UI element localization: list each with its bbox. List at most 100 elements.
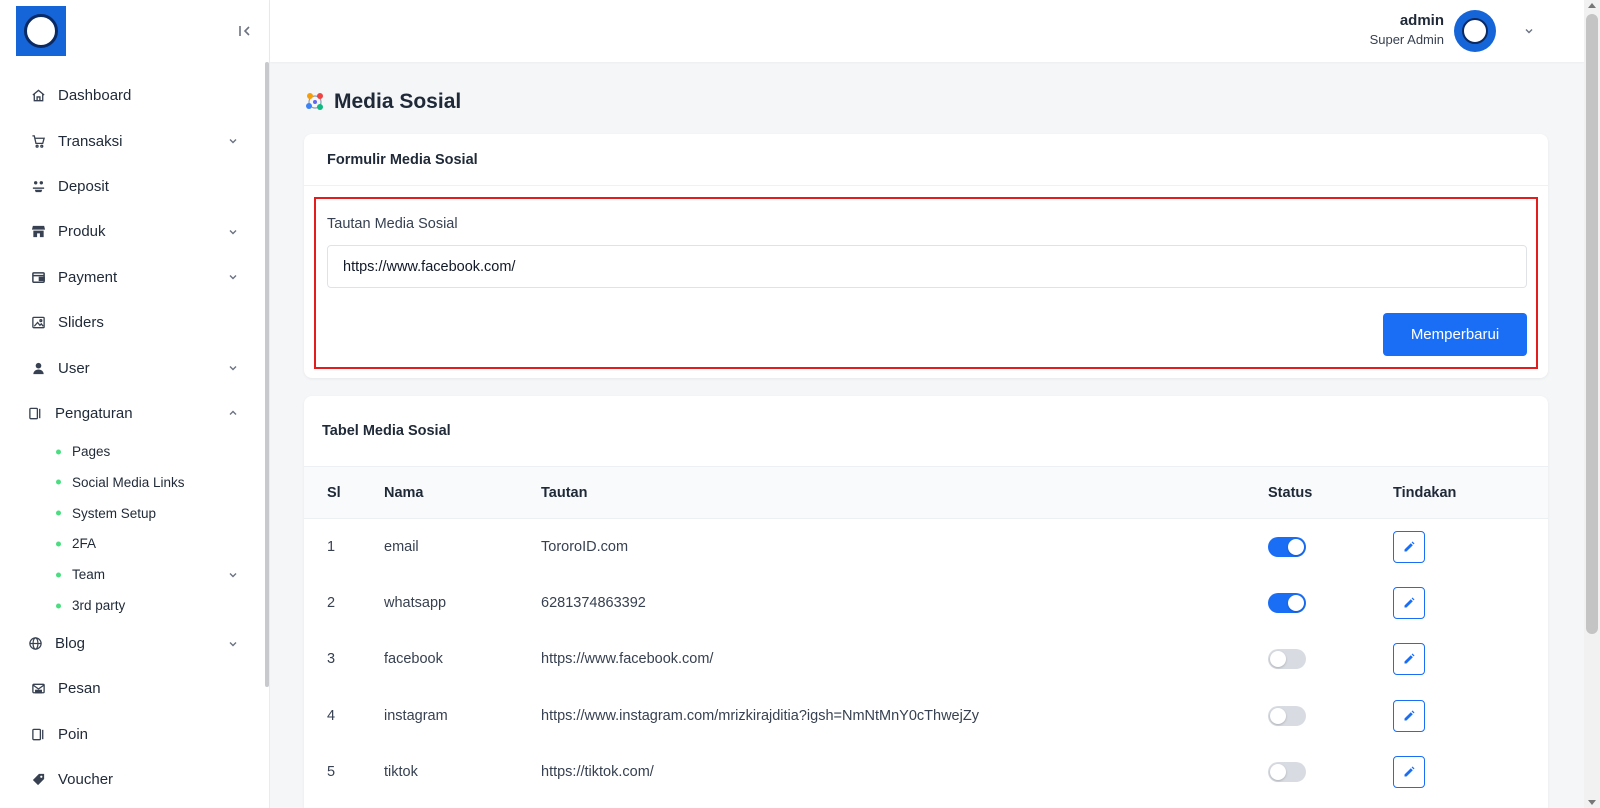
cell-status — [1268, 631, 1393, 687]
table-row: 4 instagram https://www.instagram.com/mr… — [304, 688, 1548, 744]
cell-sl: 3 — [327, 651, 336, 668]
sidebar-item-transaksi[interactable]: Transaksi — [0, 118, 266, 163]
submenu-item-label: 3rd party — [72, 598, 126, 613]
bullet-dot — [56, 572, 61, 578]
top-header: admin Super Admin — [270, 0, 1584, 62]
status-toggle[interactable] — [1268, 593, 1306, 614]
sidebar-item-blog[interactable]: Blog — [0, 621, 266, 666]
cart-icon — [30, 133, 46, 149]
toggle-knob — [1270, 764, 1286, 781]
cell-link: TororoID.com — [541, 538, 629, 555]
sidebar-item-label: Payment — [58, 268, 118, 286]
edit-button[interactable] — [1393, 699, 1425, 732]
sidebar-item-poin[interactable]: Poin — [0, 712, 266, 757]
chevron-down-icon — [226, 568, 240, 582]
toggle-knob — [1288, 595, 1304, 612]
cell-action — [1393, 631, 1548, 687]
avatar-mark — [1462, 18, 1488, 44]
form-card-title: Formulir Media Sosial — [304, 134, 1548, 186]
cell-sl: 1 — [327, 538, 336, 555]
sidebar-nav: Dashboard Transaksi Deposit Produk Payme… — [0, 73, 266, 802]
user-name: admin — [1399, 12, 1444, 29]
collapse-sidebar-icon[interactable] — [234, 20, 256, 42]
submenu-item-system-setup[interactable]: System Setup — [0, 498, 266, 529]
home-icon — [30, 88, 46, 104]
user-info[interactable]: admin Super Admin — [1370, 12, 1444, 47]
submenu-item-label: Pages — [72, 444, 111, 460]
edit-button[interactable] — [1393, 587, 1425, 620]
cell-link: 6281374863392 — [541, 595, 646, 612]
sidebar-item-pesan[interactable]: Pesan — [0, 666, 266, 711]
sidebar-item-pengaturan[interactable]: Pengaturan — [0, 391, 266, 436]
edit-button[interactable] — [1393, 756, 1425, 789]
cell-link: https://www.instagram.com/mrizkirajditia… — [541, 707, 979, 724]
sidebar-item-label: Voucher — [58, 771, 114, 789]
globe-icon — [27, 636, 43, 652]
sidebar-item-label: Dashboard — [58, 87, 132, 105]
chevron-down-icon — [226, 225, 240, 239]
pencil-icon — [1404, 541, 1415, 552]
status-toggle[interactable] — [1268, 705, 1306, 726]
bullet-dot — [56, 449, 61, 455]
table-body: 1 email TororoID.com 2 whatsapp 62813748… — [304, 519, 1548, 801]
logo-mark — [24, 14, 58, 48]
cell-sl: 2 — [327, 595, 336, 612]
deposit-icon — [30, 178, 46, 194]
column-header-link: Tautan — [541, 484, 588, 501]
chevron-up-icon — [226, 406, 240, 420]
cell-name: instagram — [384, 707, 448, 724]
sidebar-item-user[interactable]: User — [0, 345, 266, 390]
column-header-action: Tindakan — [1393, 484, 1457, 501]
app-logo[interactable] — [16, 6, 66, 56]
status-toggle[interactable] — [1268, 649, 1306, 670]
submenu-item-3rd-party[interactable]: 3rd party — [0, 590, 266, 621]
image-icon — [30, 315, 46, 331]
sidebar-item-label: Blog — [55, 635, 86, 653]
social-media-table: Sl Nama Tautan Status Tindakan 1 email T… — [304, 466, 1548, 800]
edit-button[interactable] — [1393, 530, 1425, 563]
sidebar-item-payment[interactable]: Payment — [0, 255, 266, 300]
update-button[interactable]: Memperbarui — [1383, 313, 1527, 356]
cell-sl: 5 — [327, 764, 336, 781]
submenu-item-social-media-links[interactable]: Social Media Links — [0, 467, 266, 498]
scroll-up-arrow-icon[interactable] — [1588, 3, 1596, 8]
submenu-item-pages[interactable]: Pages — [0, 436, 266, 467]
status-toggle[interactable] — [1268, 536, 1306, 557]
pencil-icon — [1404, 710, 1415, 721]
table-header: Sl Nama Tautan Status Tindakan — [304, 466, 1548, 519]
mail-icon — [30, 681, 46, 697]
sidebar-scrollbar[interactable] — [265, 62, 269, 687]
sidebar-item-voucher[interactable]: Voucher — [0, 757, 266, 802]
table-row: 3 facebook https://www.facebook.com/ — [304, 631, 1548, 687]
sidebar-item-produk[interactable]: Produk — [0, 209, 266, 254]
pencil-icon — [1404, 653, 1415, 664]
bullet-dot — [56, 479, 61, 485]
chevron-down-icon — [226, 270, 240, 284]
user-icon — [30, 360, 46, 376]
edit-button[interactable] — [1393, 643, 1425, 676]
wallet-icon — [30, 269, 46, 285]
submenu-item-label: Social Media Links — [72, 474, 185, 490]
sidebar-item-sliders[interactable]: Sliders — [0, 300, 266, 345]
chevron-down-icon[interactable] — [1522, 24, 1536, 38]
social-media-link-input[interactable] — [327, 245, 1527, 288]
scrollbar-thumb[interactable] — [1586, 14, 1598, 634]
scroll-down-arrow-icon[interactable] — [1588, 800, 1596, 805]
table-card-title: Tabel Media Sosial — [322, 423, 451, 439]
status-toggle[interactable] — [1268, 762, 1306, 783]
sidebar-item-deposit[interactable]: Deposit — [0, 164, 266, 209]
sidebar-item-label: Pesan — [58, 680, 101, 698]
pencil-icon — [1404, 766, 1415, 777]
sidebar-item-dashboard[interactable]: Dashboard — [0, 73, 266, 118]
avatar[interactable] — [1454, 10, 1496, 52]
submenu-item-team[interactable]: Team — [0, 559, 266, 590]
submenu-item-2fa[interactable]: 2FA — [0, 529, 266, 560]
column-header-status: Status — [1268, 484, 1313, 501]
chevron-down-icon — [226, 361, 240, 375]
page-title: Media Sosial — [304, 90, 461, 114]
cell-action — [1393, 575, 1548, 631]
social-media-table-card: Tabel Media Sosial Sl Nama Tautan Status… — [304, 396, 1548, 808]
column-header-name: Nama — [384, 484, 424, 501]
sidebar-item-label: Produk — [58, 223, 106, 241]
page-scrollbar[interactable] — [1584, 0, 1600, 808]
